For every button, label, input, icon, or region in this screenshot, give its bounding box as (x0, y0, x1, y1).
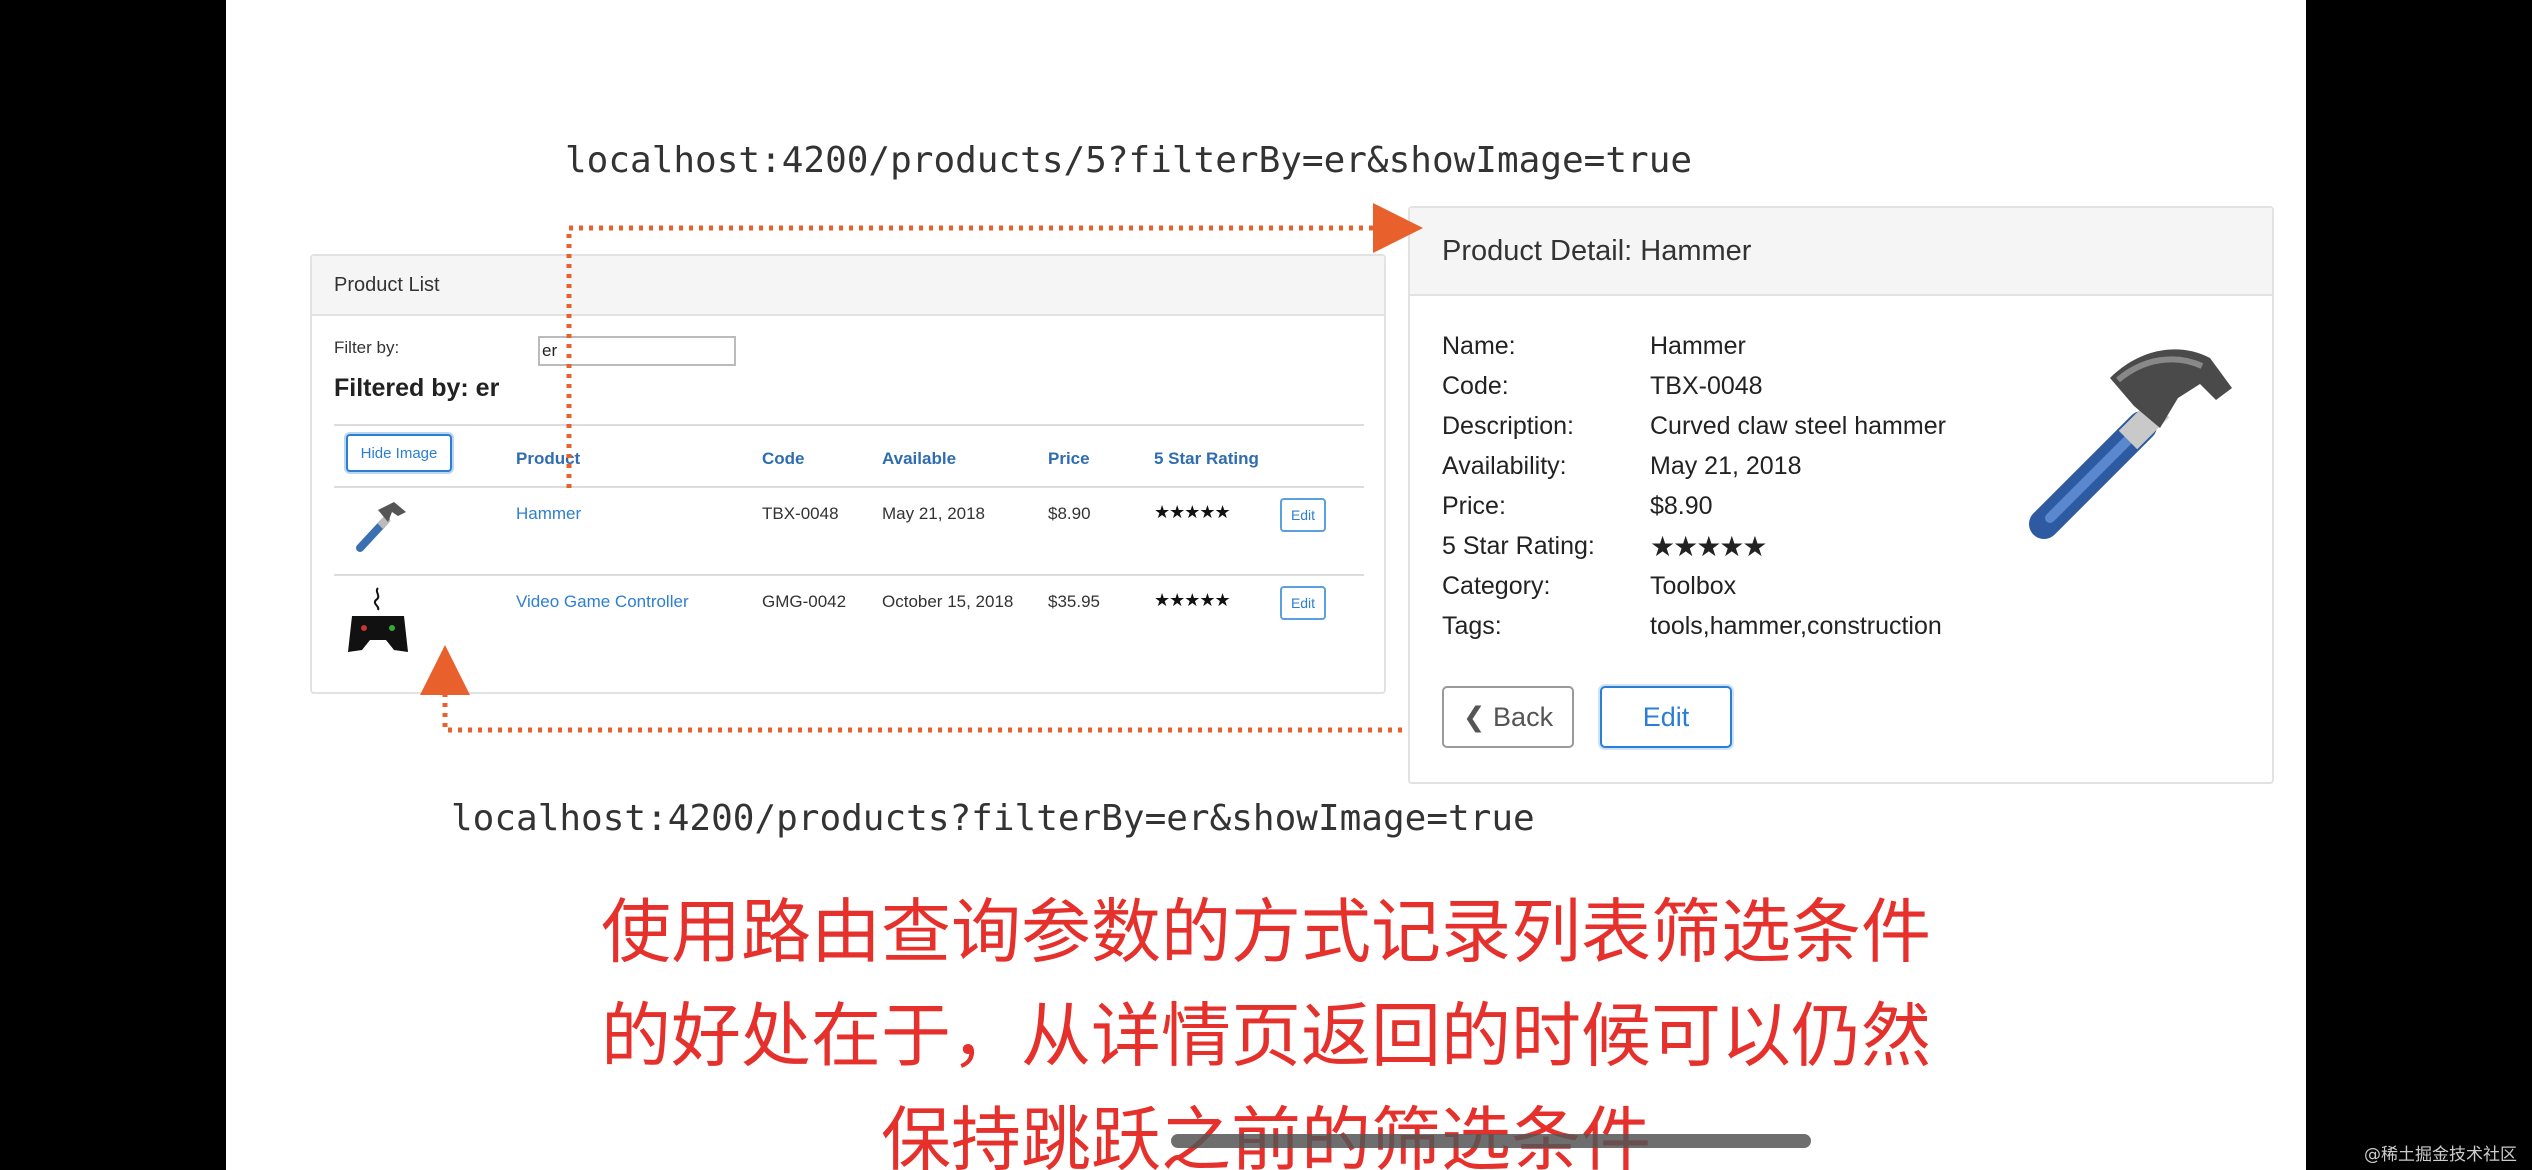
arrow-to-list (420, 645, 1402, 733)
subtitle-line-2: 的好处在于，从详情页返回的时候可以仍然 (601, 995, 1931, 1077)
video-progress-bar[interactable] (1171, 1134, 1811, 1148)
arrow-to-detail (566, 203, 1423, 488)
watermark-text: @稀土掘金技术社区 (2364, 1145, 2517, 1165)
subtitle-line-1: 使用路由查询参数的方式记录列表筛选条件 (601, 891, 1931, 973)
navigation-arrows (420, 203, 1423, 733)
subtitle-line-3: 保持跳跃之前的筛选条件 (226, 1084, 2306, 1170)
list-url-text: localhost:4200/products?filterBy=er&show… (451, 798, 1535, 839)
slide: localhost:4200/products/5?filterBy=er&sh… (226, 0, 2306, 1170)
